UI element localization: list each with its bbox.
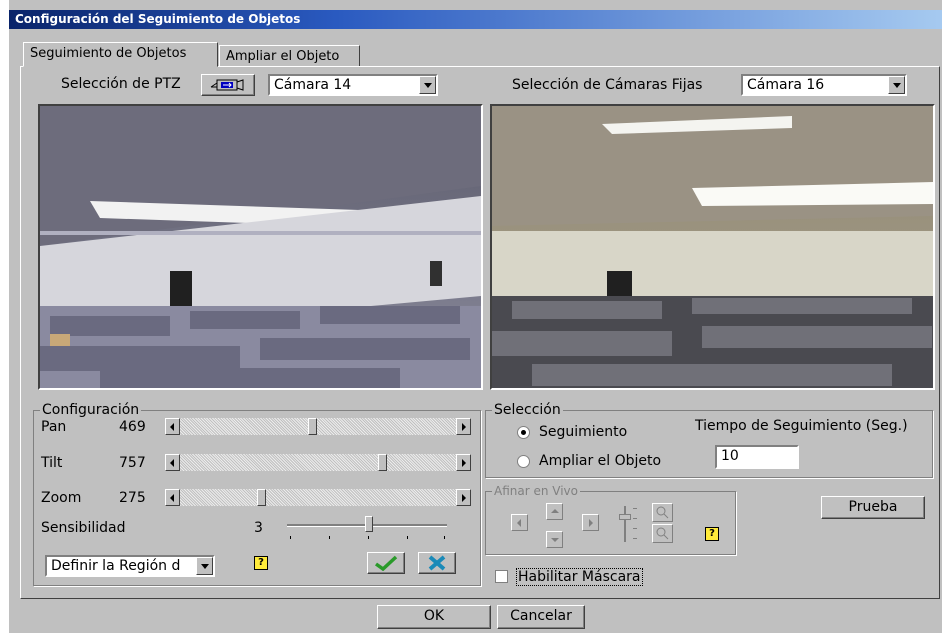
chevron-down-icon[interactable] xyxy=(888,76,905,94)
zoom-out-icon xyxy=(656,527,669,540)
fixed-camera-select[interactable]: Cámara 16 xyxy=(741,74,907,96)
arrow-left-icon[interactable] xyxy=(165,454,180,471)
ptz-selection-label: Selección de PTZ xyxy=(61,76,181,92)
arrow-right-icon[interactable] xyxy=(456,454,471,471)
config-legend: Configuración xyxy=(40,402,142,418)
tab-seguimiento[interactable]: Seguimiento de Objetos xyxy=(23,42,218,67)
region-select-value: Definir la Región d xyxy=(51,558,181,574)
chevron-down-icon[interactable] xyxy=(196,557,213,575)
pan-right-button[interactable] xyxy=(582,514,599,531)
mask-label: Habilitar Máscara xyxy=(516,568,643,586)
clear-button[interactable] xyxy=(418,552,456,574)
arrow-left-icon xyxy=(517,519,521,527)
arrow-up-icon xyxy=(551,509,559,513)
arrow-right-icon[interactable] xyxy=(456,418,471,435)
checkmark-icon xyxy=(374,555,398,572)
zoom-object-radio[interactable] xyxy=(517,455,530,468)
region-select[interactable]: Definir la Región d xyxy=(45,555,215,577)
help-icon[interactable]: ? xyxy=(705,527,719,541)
tilt-up-button[interactable] xyxy=(546,503,563,520)
pan-slider-thumb[interactable] xyxy=(308,418,317,435)
zoom-slider-thumb[interactable] xyxy=(257,489,266,506)
tracking-label: Seguimiento xyxy=(539,424,628,440)
ptz-camera-select[interactable]: Cámara 14 xyxy=(268,74,438,96)
ptz-camera-value: Cámara 14 xyxy=(274,77,352,93)
zoom-out-button[interactable] xyxy=(652,524,673,543)
tab-ampliar[interactable]: Ampliar el Objeto xyxy=(219,45,360,67)
tilt-slider[interactable] xyxy=(165,454,471,471)
tilt-down-button[interactable] xyxy=(546,531,563,548)
dialog-window: Configuración del Seguimiento de Objetos… xyxy=(8,0,942,633)
mask-checkbox[interactable] xyxy=(495,570,508,583)
pan-label: Pan xyxy=(41,419,67,435)
fixed-camera-label: Selección de Cámaras Fijas xyxy=(512,77,703,93)
tilt-value: 757 xyxy=(119,455,146,471)
arrow-left-icon[interactable] xyxy=(165,489,180,506)
fixed-video-feed xyxy=(490,104,935,390)
zoom-value: 275 xyxy=(119,490,146,506)
sensitivity-value: 3 xyxy=(254,520,263,536)
arrow-down-icon xyxy=(551,538,559,542)
zoom-object-label: Ampliar el Objeto xyxy=(539,453,662,469)
zoom-slider[interactable] xyxy=(165,489,471,506)
arrow-right-icon xyxy=(589,519,593,527)
tilt-slider-thumb[interactable] xyxy=(378,454,387,471)
sensitivity-label: Sensibilidad xyxy=(41,520,126,536)
zoom-level-slider[interactable] xyxy=(619,504,639,544)
ptz-office-image xyxy=(40,106,481,388)
ptz-video-feed xyxy=(38,104,483,390)
sensitivity-thumb[interactable] xyxy=(365,516,373,532)
window-title: Configuración del Seguimiento de Objetos xyxy=(15,12,301,26)
title-bar: Configuración del Seguimiento de Objetos xyxy=(9,10,942,29)
chevron-down-icon[interactable] xyxy=(419,76,436,94)
ptz-camera-button[interactable] xyxy=(201,74,255,96)
pan-slider[interactable] xyxy=(165,418,471,435)
arrow-right-icon[interactable] xyxy=(456,489,471,506)
tracking-time-input[interactable]: 10 xyxy=(715,445,799,469)
pan-value: 469 xyxy=(119,419,146,435)
test-button[interactable]: Prueba xyxy=(821,496,925,519)
tilt-label: Tilt xyxy=(41,455,63,471)
tracking-radio[interactable] xyxy=(517,426,530,439)
cancel-button[interactable]: Cancelar xyxy=(497,605,585,629)
ptz-camera-icon xyxy=(210,79,244,91)
zoom-in-icon xyxy=(656,506,669,519)
delete-x-icon xyxy=(428,555,446,571)
zoom-label: Zoom xyxy=(41,490,82,506)
fixed-camera-value: Cámara 16 xyxy=(747,77,825,93)
live-tune-legend: Afinar en Vivo xyxy=(492,484,580,498)
tracking-time-label: Tiempo de Seguimiento (Seg.) xyxy=(695,418,908,434)
help-icon[interactable]: ? xyxy=(254,556,268,570)
selection-legend: Selección xyxy=(492,402,563,418)
fixed-office-image xyxy=(492,106,933,388)
zoom-in-button[interactable] xyxy=(652,503,673,522)
arrow-left-icon[interactable] xyxy=(165,418,180,435)
sensitivity-slider[interactable] xyxy=(287,516,449,540)
pan-left-button[interactable] xyxy=(511,514,528,531)
confirm-button[interactable] xyxy=(367,552,405,574)
ok-button[interactable]: OK xyxy=(377,605,491,629)
